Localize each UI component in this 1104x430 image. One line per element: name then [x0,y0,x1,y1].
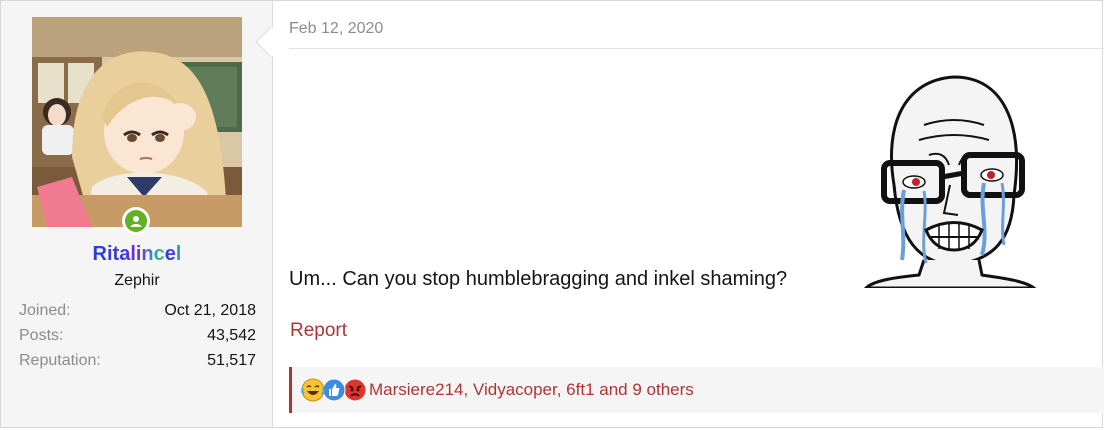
laughing-crying-icon [301,378,325,402]
reaction-users-link[interactable]: Marsiere214, Vidyacoper, 6ft1 and 9 othe… [369,380,694,400]
post-date[interactable]: Feb 12, 2020 [289,20,383,38]
username-text-a[interactable]: Ritalinc [93,243,165,265]
stat-posts: Posts: 43,542 [19,327,256,352]
stat-reputation: Reputation: 51,517 [19,352,256,377]
user-avatar[interactable] [32,17,242,227]
post-container: Ritalincel Zephir Joined: Oct 21, 2018 P… [0,0,1104,428]
username-text-b[interactable]: el [165,243,182,265]
header-divider [289,48,1104,49]
reactions-bar: Marsiere214, Vidyacoper, 6ft1 and 9 othe… [289,367,1104,413]
crying-wojak-image[interactable] [854,65,1043,290]
stat-value: 51,517 [207,352,256,369]
stat-value[interactable]: 43,542 [207,327,256,352]
angry-icon [343,378,367,402]
username[interactable]: Ritalincel [1,243,273,266]
thumbs-up-icon [322,378,346,402]
user-status-icon [125,210,147,232]
stat-label: Posts: [19,327,64,344]
reaction-icons[interactable] [301,377,367,403]
post-message: Um... Can you stop humblebragging and in… [289,268,788,290]
user-title: Zephir [114,272,160,289]
stat-label: Reputation: [19,352,101,369]
stat-joined: Joined: Oct 21, 2018 [19,302,256,327]
stat-label: Joined: [19,302,71,319]
online-status-badge [122,207,150,235]
user-stats: Joined: Oct 21, 2018 Posts: 43,542 Reput… [19,302,256,377]
user-panel: Ritalincel Zephir Joined: Oct 21, 2018 P… [1,1,273,427]
stat-value: Oct 21, 2018 [164,302,256,319]
report-link[interactable]: Report [290,320,347,342]
